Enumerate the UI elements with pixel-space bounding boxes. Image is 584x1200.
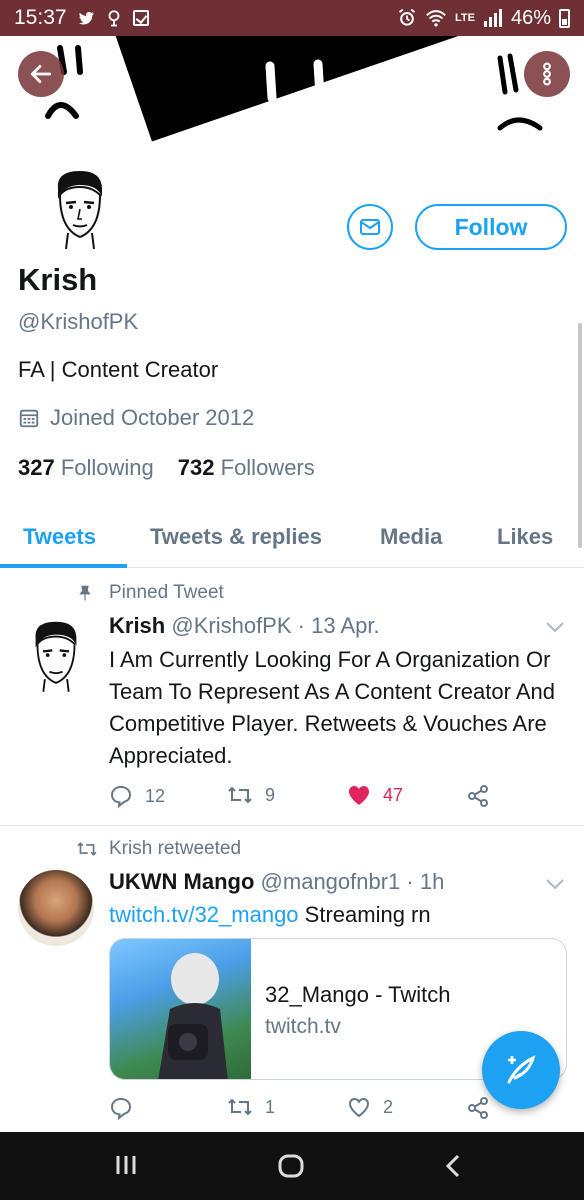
compose-feather-icon <box>507 1055 536 1084</box>
back-nav-icon[interactable] <box>444 1154 462 1178</box>
chevron-down-icon[interactable] <box>545 877 565 891</box>
more-options-button[interactable] <box>524 51 570 97</box>
tweet-time: 1h <box>419 869 445 894</box>
joined-date: Joined October 2012 <box>18 405 254 431</box>
like-button[interactable]: 47 <box>347 784 403 806</box>
arrow-left-icon <box>30 65 52 83</box>
card-thumbnail-figure <box>158 953 228 1079</box>
tweet-body: Streaming rn <box>304 902 431 927</box>
tweet-author-name[interactable]: UKWN Mango <box>109 869 254 894</box>
calendar-icon <box>19 409 39 428</box>
tab-tweets-replies[interactable]: Tweets & replies <box>150 524 322 550</box>
followers-link[interactable]: 732 Followers <box>178 455 315 481</box>
wifi-icon <box>426 10 446 27</box>
home-icon[interactable] <box>278 1154 304 1178</box>
reply-button[interactable] <box>109 1096 133 1120</box>
share-button[interactable] <box>466 1096 490 1120</box>
more-vertical-icon <box>543 62 551 86</box>
chevron-down-icon[interactable] <box>545 620 565 634</box>
compose-tweet-button[interactable] <box>482 1031 560 1109</box>
card-thumbnail <box>110 939 251 1079</box>
tab-likes[interactable]: Likes <box>497 524 553 550</box>
tweet-avatar[interactable] <box>18 618 94 694</box>
message-button[interactable] <box>347 204 393 250</box>
joined-text: Joined October 2012 <box>50 405 255 430</box>
tweet-author-name[interactable]: Krish <box>109 613 165 638</box>
tweet-card[interactable]: Pinned Tweet Krish @KrishofPK · 13 Apr. … <box>0 568 584 826</box>
recent-apps-icon[interactable] <box>114 1154 138 1176</box>
follow-button[interactable]: Follow <box>415 204 567 250</box>
share-button[interactable] <box>466 784 490 808</box>
pinned-label: Pinned Tweet <box>109 582 224 603</box>
profile-tabs: Tweets Tweets & replies Media Likes <box>0 508 584 568</box>
card-domain: twitch.tv <box>265 1015 341 1038</box>
retweet-icon <box>228 786 252 804</box>
tweet-header: Krish @KrishofPK · 13 Apr. <box>109 613 380 638</box>
tweet-author-handle: @mangofnbr1 <box>260 869 401 894</box>
follow-stats: 327 Following 732 Followers <box>18 455 315 481</box>
heart-icon <box>348 1097 370 1118</box>
retweet-count: 9 <box>265 784 276 805</box>
share-icon <box>468 1097 488 1119</box>
avatar-drawing <box>35 621 77 694</box>
retweet-button[interactable]: 1 <box>227 1096 275 1118</box>
retweeted-label: Krish retweeted <box>109 838 242 859</box>
retweet-count: 1 <box>265 1096 276 1117</box>
twitter-notification-icon <box>78 11 94 25</box>
reply-icon <box>110 1097 132 1120</box>
tab-media[interactable]: Media <box>380 524 442 550</box>
reply-count: 12 <box>145 785 166 806</box>
retweet-button[interactable]: 9 <box>227 784 275 806</box>
like-button[interactable]: 2 <box>347 1096 393 1118</box>
tweet-avatar[interactable] <box>18 870 94 946</box>
tweet-text: twitch.tv/32_mango Streaming rn <box>109 899 569 931</box>
like-count: 2 <box>383 1096 394 1117</box>
battery-percent: 46% <box>510 6 551 29</box>
system-nav-bar <box>0 1132 584 1200</box>
location-icon <box>108 10 119 27</box>
heart-filled-icon <box>349 786 369 805</box>
status-bar: 15:37 LTE 46% <box>0 0 584 36</box>
profile-avatar[interactable] <box>30 155 130 255</box>
pin-icon <box>79 585 91 601</box>
signal-icon <box>483 9 502 27</box>
retweet-context-icon <box>77 842 97 856</box>
profile-name: Krish <box>18 262 98 297</box>
card-title: 32_Mango - Twitch <box>265 982 451 1007</box>
network-type: LTE <box>455 12 475 24</box>
reply-button[interactable]: 12 <box>109 784 165 808</box>
tab-tweets[interactable]: Tweets <box>23 524 96 550</box>
reply-icon <box>110 785 132 808</box>
envelope-icon <box>360 219 380 235</box>
tweet-actions: 12 9 47 <box>109 784 569 812</box>
tweet-header: UKWN Mango @mangofnbr1 · 1h <box>109 869 445 894</box>
profile-bio: FA | Content Creator <box>18 357 219 382</box>
share-icon <box>468 785 488 807</box>
tweet-time: 13 Apr. <box>311 613 380 638</box>
like-count: 47 <box>383 784 404 805</box>
battery-icon <box>559 8 570 28</box>
alarm-icon <box>398 8 416 26</box>
clock: 15:37 <box>14 6 67 29</box>
back-button[interactable] <box>18 51 64 97</box>
tweet-author-handle: @KrishofPK <box>171 613 292 638</box>
avatar-drawing <box>57 171 102 249</box>
retweet-icon <box>228 1098 252 1116</box>
tweet-text: I Am Currently Looking For A Organizatio… <box>109 647 555 768</box>
checkbox-notification-icon <box>132 10 149 26</box>
tweet-link[interactable]: twitch.tv/32_mango <box>109 902 299 927</box>
profile-handle: @KrishofPK <box>18 309 139 334</box>
following-link[interactable]: 327 Following <box>18 455 154 481</box>
